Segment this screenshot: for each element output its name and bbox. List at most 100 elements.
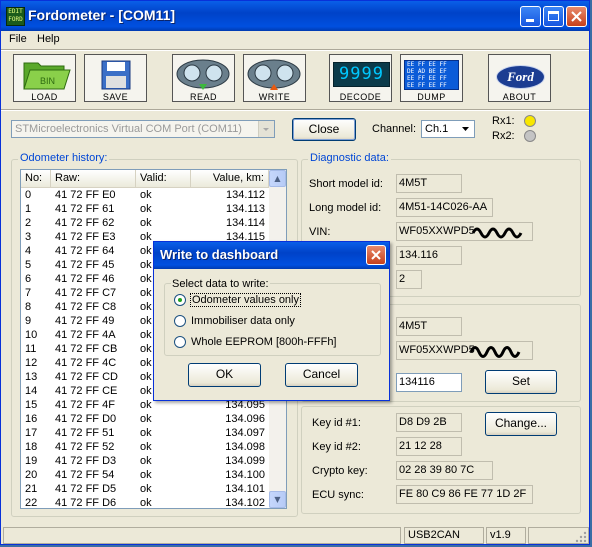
- key2-field: 21 12 28: [396, 437, 462, 456]
- row-no: 14: [25, 385, 38, 397]
- hex-dump-icon: EE FF EE FF DE AD BE EF EE FF EE FF EE F…: [404, 60, 459, 90]
- row-no: 20: [25, 469, 38, 481]
- row-raw: 41 72 FF 45: [55, 259, 115, 271]
- table-row[interactable]: 1 41 72 FF 61 ok 134.113: [21, 202, 269, 216]
- status-version: v1.9: [486, 527, 526, 544]
- table-row[interactable]: 20 41 72 FF 54 ok 134.100: [21, 468, 269, 482]
- dialog-title: Write to dashboard: [160, 247, 279, 262]
- about-label: ABOUT: [502, 92, 537, 102]
- ford-logo-icon: Ford: [496, 65, 545, 89]
- row-raw: 41 72 FF D6: [55, 497, 117, 509]
- status-main: [3, 527, 401, 544]
- change-keys-button[interactable]: Change...: [485, 412, 557, 436]
- minimize-button[interactable]: [520, 6, 541, 27]
- radio-immobiliser-label[interactable]: Immobiliser data only: [191, 315, 295, 327]
- channel-value: Ch.1: [425, 123, 449, 135]
- row-no: 18: [25, 441, 38, 453]
- menu-help[interactable]: Help: [37, 33, 60, 45]
- cancel-button[interactable]: Cancel: [285, 363, 358, 387]
- short-model-label: Short model id:: [309, 178, 383, 190]
- list-header: No: Raw: Valid: Value, km:: [21, 170, 269, 188]
- row-raw: 41 72 FF CD: [55, 371, 118, 383]
- table-row[interactable]: 22 41 72 FF D6 ok 134.102: [21, 496, 269, 509]
- row-no: 12: [25, 357, 38, 369]
- chevron-down-icon: [459, 121, 474, 137]
- channel-select[interactable]: Ch.1: [421, 120, 475, 138]
- row-valid: ok: [140, 203, 152, 215]
- save-label: SAVE: [102, 92, 129, 102]
- row-raw: 41 72 FF 54: [55, 469, 115, 481]
- row-no: 3: [25, 231, 32, 243]
- row-no: 10: [25, 329, 38, 341]
- radio-eeprom[interactable]: [174, 336, 186, 348]
- row-no: 6: [25, 273, 32, 285]
- rx2-indicator: [524, 130, 536, 142]
- scroll-up-button[interactable]: ▲: [269, 170, 286, 187]
- row-raw: 41 72 FF E0: [55, 189, 116, 201]
- ok-button[interactable]: OK: [188, 363, 261, 387]
- row-value: 134.113: [226, 203, 265, 215]
- row-no: 0: [25, 189, 32, 201]
- table-row[interactable]: 0 41 72 FF E0 ok 134.112: [21, 188, 269, 202]
- menu-file[interactable]: File: [9, 33, 27, 45]
- crypto-key-label: Crypto key:: [312, 465, 368, 477]
- row-no: 13: [25, 371, 38, 383]
- channel-label: Channel:: [372, 123, 417, 135]
- close-port-button[interactable]: Close: [292, 118, 356, 141]
- dialog-title-bar[interactable]: Write to dashboard: [154, 242, 389, 269]
- col-raw[interactable]: Raw:: [51, 170, 136, 187]
- table-row[interactable]: 18 41 72 FF 52 ok 134.098: [21, 440, 269, 454]
- row-raw: 41 72 FF 46: [55, 273, 115, 285]
- set-button[interactable]: Set: [485, 370, 557, 394]
- radio-odometer[interactable]: [174, 294, 186, 306]
- maximize-button[interactable]: [543, 6, 564, 27]
- row-raw: 41 72 FF 4A: [55, 329, 116, 341]
- maximize-icon: [548, 11, 559, 21]
- radio-selected-dot: [178, 298, 182, 302]
- row-value: 134.102: [225, 497, 265, 509]
- row-raw: 41 72 FF 62: [55, 217, 115, 229]
- col-valid[interactable]: Valid:: [136, 170, 191, 187]
- status-interface: USB2CAN: [404, 527, 484, 544]
- row-no: 19: [25, 455, 38, 467]
- dashboard-read-icon: [176, 59, 230, 90]
- bin-folder-icon: BIN: [23, 62, 71, 90]
- menu-bar: File Help: [1, 31, 589, 49]
- resize-grip-icon[interactable]: [575, 531, 587, 543]
- table-row[interactable]: 2 41 72 FF 62 ok 134.114: [21, 216, 269, 230]
- dash-vin-value: WF05XXWPD5: [399, 344, 475, 356]
- dump-line: EE FF EE FF: [407, 75, 447, 82]
- dialog-close-button[interactable]: [366, 245, 386, 265]
- scroll-down-button[interactable]: ▼: [269, 491, 286, 508]
- row-value: 134.099: [225, 455, 265, 467]
- row-raw: 41 72 FF D3: [55, 455, 117, 467]
- vin-field: WF05XXWPD5: [396, 222, 533, 241]
- dump-line: EE FF EE FF: [407, 61, 447, 68]
- col-no[interactable]: No:: [21, 170, 51, 187]
- title-bar[interactable]: EDIT FORD Fordometer - [COM11]: [1, 1, 589, 31]
- radio-odometer-label[interactable]: Odometer values only: [190, 293, 301, 307]
- odometer-input[interactable]: 134116: [396, 373, 462, 392]
- ecu-sync-label: ECU sync:: [312, 489, 364, 501]
- key1-field: D8 D9 2B: [396, 413, 462, 432]
- table-row[interactable]: 16 41 72 FF D0 ok 134.096: [21, 412, 269, 426]
- row-raw: 41 72 FF E3: [55, 231, 116, 243]
- table-row[interactable]: 19 41 72 FF D3 ok 134.099: [21, 454, 269, 468]
- row-raw: 41 72 FF 61: [55, 203, 115, 215]
- row-raw: 41 72 FF C8: [55, 301, 117, 313]
- table-row[interactable]: 21 41 72 FF D5 ok 134.101: [21, 482, 269, 496]
- table-row[interactable]: 17 41 72 FF 51 ok 134.097: [21, 426, 269, 440]
- toolbar-divider: [1, 49, 589, 51]
- com-port-select[interactable]: STMicroelectronics Virtual COM Port (COM…: [11, 120, 275, 138]
- floppy-disk-icon: [101, 60, 131, 90]
- col-value[interactable]: Value, km:: [191, 170, 269, 187]
- short-model-field: 4M5T: [396, 174, 462, 193]
- radio-eeprom-label[interactable]: Whole EEPROM [800h-FFFh]: [191, 336, 337, 348]
- ecu-sync-field: FE 80 C9 86 FE 77 1D 2F: [396, 485, 533, 504]
- vin-label: VIN:: [309, 226, 331, 238]
- radio-immobiliser[interactable]: [174, 315, 186, 327]
- row-no: 9: [25, 315, 32, 327]
- main-window: EDIT FORD Fordometer - [COM11] File Help …: [0, 0, 590, 545]
- port-divider: [1, 109, 589, 111]
- close-window-button[interactable]: [566, 6, 587, 27]
